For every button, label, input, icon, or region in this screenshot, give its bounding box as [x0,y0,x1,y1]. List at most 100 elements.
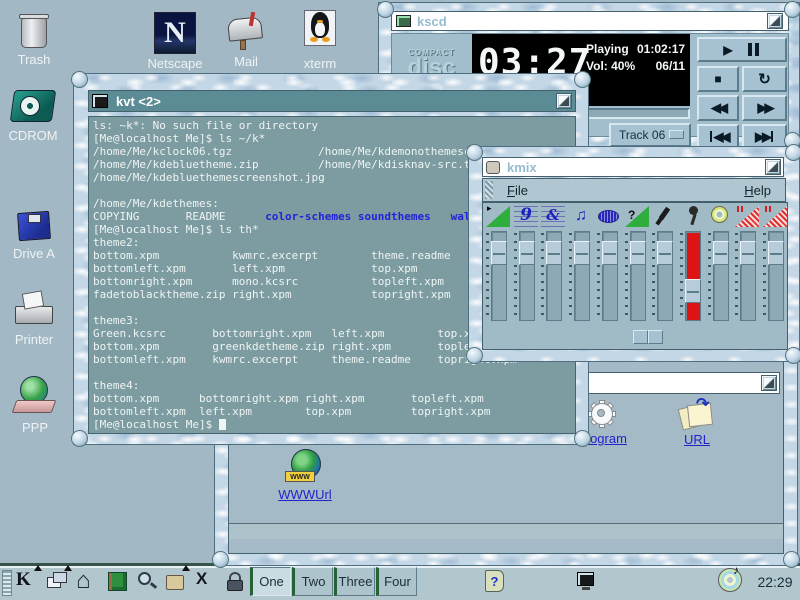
desktop-icon-drivea[interactable]: Drive A [8,208,60,261]
wwwurl-globe-icon: WWW [285,449,325,487]
kscd-maximize-button[interactable] [767,13,783,29]
microphone-slider-handle[interactable] [685,279,701,303]
desktop-icon-label: xterm [294,56,346,71]
balance-mini-slider2[interactable] [648,330,663,344]
kvt-maximize-button[interactable] [556,93,572,109]
kvt-titlebar[interactable]: kvt <2> [88,90,576,112]
desktop-icon-label: Printer [6,332,62,347]
stop-icon: ■ [714,72,721,86]
window-corner-knob [574,71,591,88]
track-combo-label: Track 06 [619,128,665,142]
desktop-button-one[interactable]: One [250,567,291,596]
desktop-item-wwwurl[interactable]: WWW WWWUrl [260,449,350,502]
prompt-line: [Me@localhost Me]$ [93,418,575,431]
desktop-icon-ppp[interactable]: PPP [10,376,60,435]
desktop-button-three[interactable]: Three [334,567,375,596]
desktop-button-four[interactable]: Four [376,567,417,596]
desktop-icon-cdrom[interactable]: CDROM [4,86,62,143]
help-book-icon: ? [485,570,504,592]
kmix-mixer-body: ▸ 9 & ♫ ? [482,202,788,350]
lcd-volume: Vol: 40% [586,58,635,75]
volume-slider-handle[interactable] [491,241,507,265]
kscd-titlebar[interactable]: kscd [391,11,789,31]
background-window-statusbar [229,523,783,539]
kmix-maximize-button[interactable] [765,159,781,175]
ppp-icon [12,376,58,418]
find-files-button[interactable] [136,569,160,595]
window-corner-knob [71,430,88,447]
templates-button[interactable] [164,569,188,595]
panel-clock: 22:29 [752,574,798,590]
pause-icon [748,43,752,56]
printer-icon [11,292,57,330]
background-window-maximize-button[interactable] [761,375,777,391]
kscd-window-icon [396,15,411,27]
url-icon: ↷ [678,398,716,432]
treble-channel-icon[interactable]: & [541,206,565,227]
stop-button[interactable]: ■ [697,66,739,92]
line-channel-icon[interactable] [652,206,676,227]
background-window-titlebar[interactable] [574,372,780,394]
x-icon: X [196,569,207,588]
menubar-handle[interactable] [485,181,493,199]
kmix-window[interactable]: kmix File Help [data-name="menu-file"]::… [468,146,800,362]
help-button[interactable]: ? [484,568,508,594]
desktop-item-url[interactable]: ↷ URL [655,398,739,447]
desktop-icon-label: PPP [10,420,60,435]
unknown-channel-icon[interactable]: ? [625,206,649,227]
panel-handle[interactable] [2,570,12,596]
cd-channel-icon[interactable] [708,205,732,226]
menu-file[interactable]: File [507,183,528,198]
cdrom-icon [10,86,56,126]
bass-channel-icon[interactable]: 9 [514,206,538,227]
magnifier-icon [138,572,151,585]
play-pause-button[interactable]: ▶ [697,37,787,62]
play-icon: ▶ [723,43,732,57]
desktop-button-label: One [259,574,284,589]
microphone-slider[interactable] [685,231,701,321]
rewind-icon: ◀◀ [711,100,725,116]
netscape-icon: N [154,12,196,54]
track-select-combo[interactable]: Track 06 [609,123,691,147]
combo-drop-button[interactable] [669,130,684,139]
terminal-icon [577,572,594,586]
desktop-icon-printer[interactable]: Printer [6,292,62,347]
volume-channel-icon[interactable]: ▸ [486,206,510,227]
desktop-icon-xterm[interactable]: xterm [294,8,346,71]
desktop-icon-label: Trash [8,52,60,67]
floppy-icon [16,208,52,244]
kmix-window-icon [486,161,500,174]
next-icon: ▶▶ [755,129,769,145]
microphone-channel-icon[interactable] [680,205,704,226]
window-list-button[interactable] [46,569,70,595]
desktop-icon-mail[interactable]: Mail [222,10,270,69]
rewind-button[interactable]: ◀◀ [697,95,739,121]
pcm-channel-icon[interactable] [597,208,621,229]
desktop-icon-label: Netscape [144,56,206,71]
desktop-icon-trash[interactable]: Trash [8,12,60,67]
desktop-icon-netscape[interactable]: N Netscape [144,12,206,71]
balance-mini-slider[interactable] [633,330,648,344]
kvt-taskbar-button[interactable] [576,570,600,596]
forward-button[interactable]: ▶▶ [742,95,787,121]
slider-ticks [486,233,489,317]
desktop-button-label: Three [339,574,373,589]
green-book-icon [108,572,127,591]
rec-left-channel-icon[interactable] [735,206,759,227]
lock-screen-button[interactable] [226,570,250,596]
home-directory-button[interactable]: ⌂ [76,569,100,595]
kscd-taskbar-button[interactable]: ♪ [718,567,742,593]
menu-help[interactable]: Help [744,183,771,198]
desktop-button-two[interactable]: Two [292,567,333,596]
synth-channel-icon[interactable]: ♫ [569,206,593,227]
rec-right-channel-icon[interactable] [763,206,787,227]
kmix-titlebar[interactable]: kmix [482,157,784,177]
xkill-button[interactable]: X [196,569,220,595]
desktop-icon-label: Mail [222,54,270,69]
k-menu-button[interactable]: K [16,569,40,595]
previous-icon: ◀◀ [714,129,728,145]
loop-button[interactable]: ↻ [742,66,787,92]
home-icon: ⌂ [76,567,91,594]
application-starter-button[interactable] [106,569,130,595]
forward-icon: ▶▶ [758,100,772,116]
